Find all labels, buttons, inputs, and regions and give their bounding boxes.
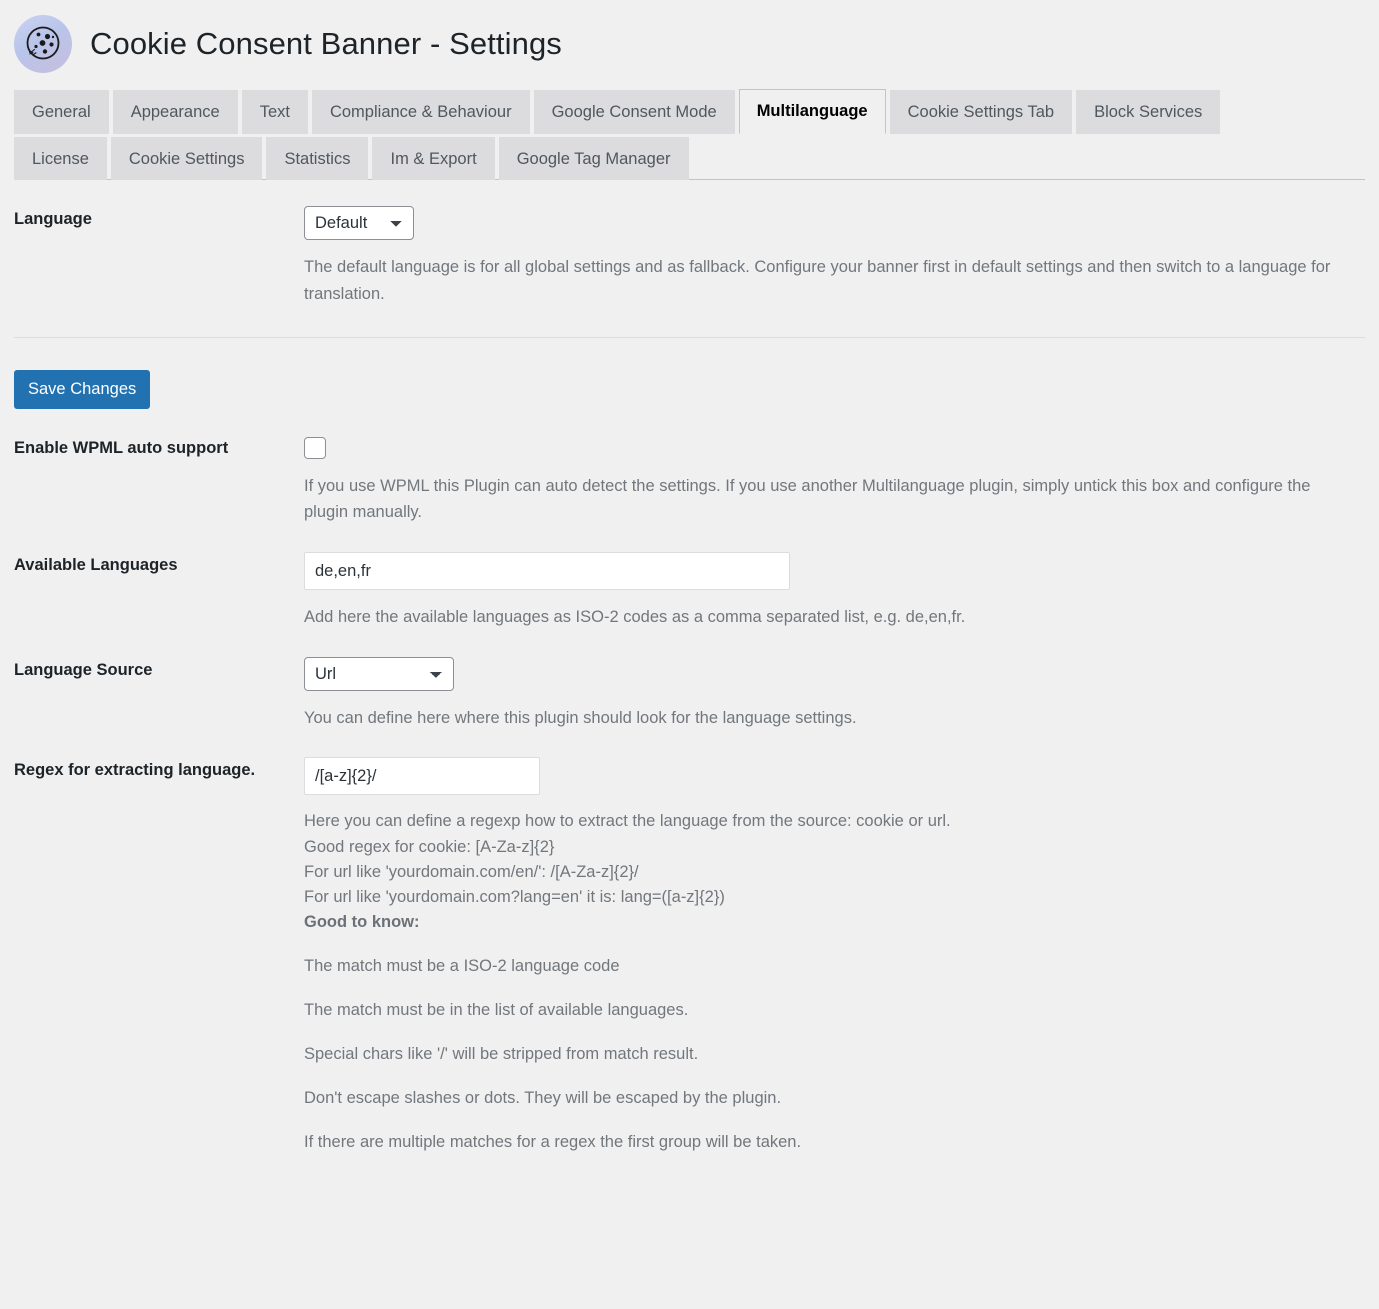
label-available-languages: Available Languages (14, 556, 178, 575)
label-language-source: Language Source (14, 660, 153, 679)
save-changes-row: Save Changes (14, 338, 1365, 409)
enable-wpml-checkbox[interactable] (304, 436, 326, 459)
row-language: Language Default The default language is… (14, 180, 1365, 307)
settings-tab-row-2: License Cookie Settings Statistics Im & … (14, 136, 1365, 180)
tab-general[interactable]: General (14, 90, 109, 134)
language-select[interactable]: Default (304, 206, 414, 240)
row-wpml: Enable WPML auto support If you use WPML… (14, 409, 1365, 526)
label-enable-wpml: Enable WPML auto support (14, 438, 229, 457)
description-regex: Here you can define a regexp how to extr… (304, 809, 1354, 1155)
regex-input[interactable] (304, 757, 540, 796)
settings-tab-bar: General Appearance Text Compliance & Beh… (14, 88, 1365, 180)
regex-note-1: The match must be a ISO-2 language code (304, 956, 620, 975)
language-source-select[interactable]: Url (304, 656, 454, 691)
page-header: Cookie Consent Banner - Settings (0, 0, 1379, 73)
tab-cookie-settings[interactable]: Cookie Settings (110, 136, 263, 180)
tab-text[interactable]: Text (241, 90, 308, 134)
regex-desc-line-4: For url like 'yourdomain.com?lang=en' it… (304, 887, 725, 906)
tab-block-services[interactable]: Block Services (1076, 90, 1221, 134)
label-regex: Regex for extracting language. (14, 761, 256, 780)
settings-content: Language Default The default language is… (0, 180, 1379, 1155)
row-available-languages: Available Languages Add here the availab… (14, 526, 1365, 631)
regex-note-3: Special chars like '/' will be stripped … (304, 1045, 699, 1063)
regex-desc-line-3: For url like 'yourdomain.com/en/': /[A-Z… (304, 862, 639, 881)
label-language: Language (14, 210, 92, 228)
tab-compliance-behaviour[interactable]: Compliance & Behaviour (311, 90, 530, 134)
regex-good-to-know-heading: Good to know: (304, 912, 420, 931)
row-language-source: Language Source Url You can define here … (14, 631, 1365, 732)
available-languages-input[interactable] (304, 552, 790, 591)
regex-desc-line-1: Here you can define a regexp how to extr… (304, 812, 951, 831)
save-changes-button[interactable]: Save Changes (14, 370, 151, 409)
tab-cookie-settings-tab[interactable]: Cookie Settings Tab (889, 90, 1073, 134)
description-language-source: You can define here where this plugin sh… (304, 708, 857, 727)
tab-im-export[interactable]: Im & Export (372, 136, 495, 180)
tab-multilanguage[interactable]: Multilanguage (738, 89, 886, 134)
tab-google-tag-manager[interactable]: Google Tag Manager (498, 136, 689, 180)
regex-note-2: The match must be in the list of availab… (304, 1000, 689, 1019)
page-title: Cookie Consent Banner - Settings (90, 26, 562, 61)
description-language: The default language is for all global s… (304, 258, 1331, 303)
description-wpml: If you use WPML this Plugin can auto det… (304, 476, 1311, 522)
description-available-languages: Add here the available languages as ISO-… (304, 608, 966, 627)
regex-desc-line-2: Good regex for cookie: [A-Za-z]{2} (304, 837, 555, 856)
regex-note-5: If there are multiple matches for a rege… (304, 1133, 802, 1152)
field-regex: Here you can define a regexp how to extr… (304, 757, 1365, 1155)
field-language: Default The default language is for all … (304, 206, 1365, 307)
regex-note-4: Don't escape slashes or dots. They will … (304, 1089, 782, 1108)
field-wpml: If you use WPML this Plugin can auto det… (304, 435, 1365, 526)
row-regex: Regex for extracting language. Here you … (14, 731, 1365, 1155)
field-available-languages: Add here the available languages as ISO-… (304, 552, 1365, 631)
tab-statistics[interactable]: Statistics (266, 136, 369, 180)
cookie-icon (14, 15, 72, 73)
field-language-source: Url You can define here where this plugi… (304, 656, 1365, 732)
tab-license[interactable]: License (14, 136, 107, 180)
tab-appearance[interactable]: Appearance (112, 90, 238, 134)
tab-google-consent-mode[interactable]: Google Consent Mode (533, 90, 735, 134)
